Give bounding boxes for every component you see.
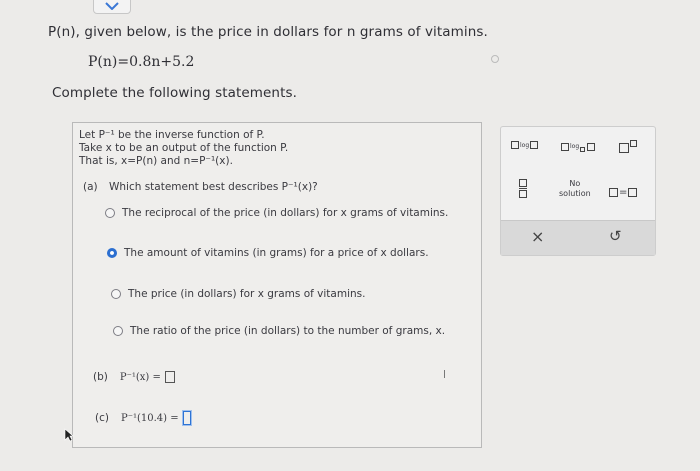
base-box-icon [619,143,629,153]
superscript-button[interactable] [619,137,637,153]
option-price[interactable]: The price (in dollars) for x grams of vi… [111,288,365,300]
part-c-label: (c) [95,412,109,424]
mouse-cursor-icon [64,428,74,442]
math-tools-palette: log log No solution = × ↺ [500,126,656,256]
answer-panel: Let P⁻¹ be the inverse function of P. Ta… [72,122,482,448]
no-solution-button[interactable]: No solution [559,179,591,199]
part-b-row: (b) P⁻¹(x) = [93,371,175,383]
action-bar: × ↺ [501,220,655,255]
question-instruction: Complete the following statements. [52,85,298,101]
equals-sign-icon: = [619,187,628,198]
fraction-button[interactable] [519,179,527,198]
undo-button[interactable]: ↺ [609,227,622,245]
placeholder-box-icon [628,188,638,197]
part-b-answer-input[interactable] [164,371,175,383]
option-label: The ratio of the price (in dollars) to t… [130,325,446,337]
log-base-button[interactable]: log [561,141,596,152]
option-label: The amount of vitamins (in grams) for a … [124,247,429,259]
clear-button[interactable]: × [531,227,544,246]
placeholder-box-icon [511,141,519,149]
radio-button-selected[interactable] [107,248,117,258]
chevron-down-icon [105,2,119,10]
fraction-bar-icon [519,188,527,189]
part-c-expression: P⁻¹(10.4) = [120,412,179,424]
option-amount-of-vitamins[interactable]: The amount of vitamins (in grams) for a … [107,247,429,259]
part-b-expression: P⁻¹(x) = [119,371,161,383]
denominator-box-icon [519,190,527,198]
option-ratio[interactable]: The ratio of the price (in dollars) to t… [113,325,445,337]
part-a-label: (a) [83,181,98,193]
radio-button[interactable] [113,326,123,336]
radio-button[interactable] [111,289,121,299]
placeholder-box-icon [609,188,618,197]
loading-indicator-icon [491,55,499,63]
placeholder-box-icon [561,142,569,151]
question-intro: P(n), given below, is the price in dolla… [48,24,488,40]
definition-line-3: That is, x=P(n) and n=P⁻¹(x). [79,155,233,167]
option-reciprocal[interactable]: The reciprocal of the price (in dollars)… [105,207,448,219]
subscript-box-icon [580,147,586,152]
numerator-box-icon [519,179,527,187]
equals-button[interactable]: = [609,187,638,198]
part-a-question: Which statement best describes P⁻¹(x)? [108,181,318,193]
collapse-button[interactable] [93,0,131,14]
question-formula: P(n)=0.8n+5.2 [88,54,195,70]
log-base-label: log [570,143,580,150]
part-c-answer-input[interactable] [182,411,191,425]
exponent-box-icon [630,139,637,147]
log-button[interactable]: log [511,141,539,149]
definition-line-1: Let P⁻¹ be the inverse function of P. [79,129,265,141]
part-b-label: (b) [93,371,108,383]
radio-button[interactable] [105,208,115,218]
placeholder-box-icon [587,142,596,151]
text-caret-icon [444,370,445,378]
log-label: log [520,141,530,149]
placeholder-box-icon [530,141,539,149]
option-label: The reciprocal of the price (in dollars)… [122,207,449,219]
option-label: The price (in dollars) for x grams of vi… [128,288,366,300]
part-a-prompt: (a) Which statement best describes P⁻¹(x… [83,181,318,193]
part-c-row: (c) P⁻¹(10.4) = [95,411,191,425]
definition-line-2: Take x to be an output of the function P… [79,142,289,154]
